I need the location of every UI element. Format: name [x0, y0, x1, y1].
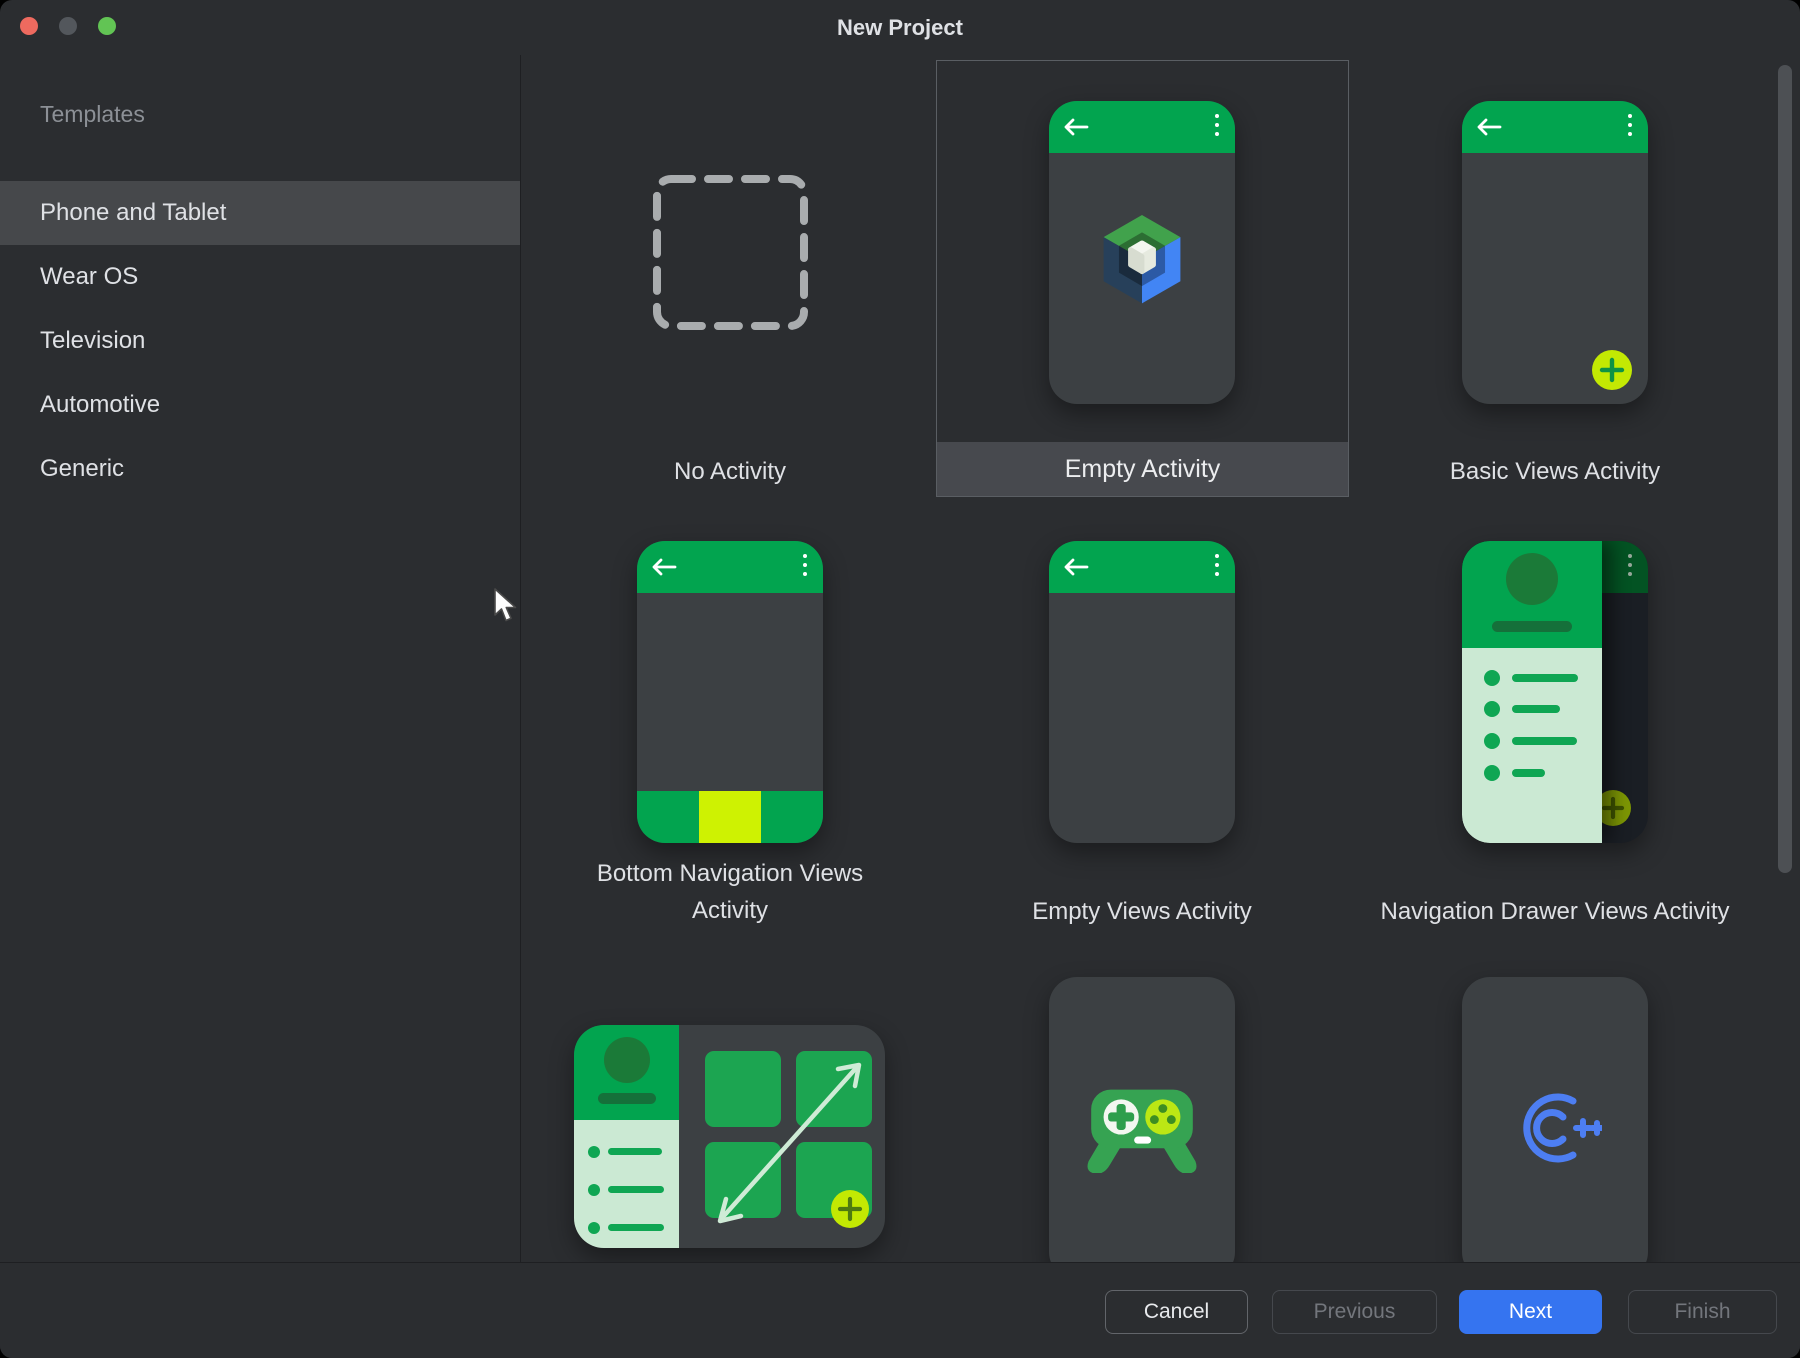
mockup-appbar	[1049, 101, 1235, 153]
finish-button[interactable]: Finish	[1628, 1290, 1777, 1334]
navigation-drawer-panel	[1462, 541, 1602, 843]
empty-activity-phone-mockup	[1049, 101, 1235, 404]
card-native-cpp[interactable]	[1462, 977, 1648, 1280]
kebab-menu-icon	[1215, 114, 1219, 141]
no-activity-dashed-icon	[652, 174, 809, 331]
kebab-menu-icon	[1628, 114, 1632, 141]
cpp-logo-icon	[1510, 1089, 1602, 1167]
card-label: No Activity	[580, 453, 880, 490]
drawer-header	[1462, 541, 1602, 648]
titlebar: New Project	[0, 0, 1800, 55]
next-button[interactable]: Next	[1459, 1290, 1602, 1334]
fab-plus-icon	[1592, 350, 1632, 390]
sidebar-item-generic[interactable]: Generic	[0, 437, 520, 501]
mockup-appbar	[637, 541, 823, 593]
jetpack-compose-logo	[1094, 211, 1190, 317]
sidebar-divider	[520, 55, 521, 1263]
kebab-menu-icon	[1628, 554, 1632, 581]
sidebar-item-phone-and-tablet[interactable]: Phone and Tablet	[0, 181, 520, 245]
back-arrow-icon	[651, 558, 677, 576]
fab-plus-icon	[831, 1190, 869, 1228]
templates-header: Templates	[40, 101, 145, 128]
vertical-scrollbar-thumb[interactable]	[1778, 65, 1792, 873]
sidebar-item-television[interactable]: Television	[0, 309, 520, 373]
back-arrow-icon	[1476, 118, 1502, 136]
kebab-menu-icon	[1215, 554, 1219, 581]
previous-button[interactable]: Previous	[1272, 1290, 1437, 1334]
avatar	[1506, 553, 1558, 605]
card-responsive-views-activity[interactable]	[574, 1025, 885, 1248]
mockup-appbar	[1462, 101, 1648, 153]
screen: New Project Templates Phone and Tablet W…	[0, 0, 1800, 1358]
sidebar-item-wear-os[interactable]: Wear OS	[0, 245, 520, 309]
basic-views-phone-mockup	[1462, 101, 1648, 404]
dialog-title: New Project	[0, 0, 1800, 55]
back-arrow-icon	[1063, 118, 1089, 136]
bottom-navigation-bar	[637, 791, 823, 843]
drawer-name-bar	[1492, 621, 1572, 632]
cancel-button[interactable]: Cancel	[1105, 1290, 1248, 1334]
sidebar-item-automotive[interactable]: Automotive	[0, 373, 520, 437]
back-arrow-icon	[1063, 558, 1089, 576]
mouse-cursor	[492, 588, 520, 624]
card-label: Basic Views Activity	[1405, 453, 1705, 490]
mockup-appbar	[1049, 541, 1235, 593]
empty-views-phone-mockup	[1049, 541, 1235, 843]
kebab-menu-icon	[803, 554, 807, 581]
bottom-nav-phone-mockup	[637, 541, 823, 843]
nav-drawer-phone-mockup	[1462, 541, 1648, 843]
drawer-menu	[1462, 648, 1602, 843]
active-nav-segment	[699, 791, 761, 843]
selected-card-label: Empty Activity	[937, 442, 1348, 496]
game-controller-icon	[1080, 1087, 1204, 1173]
card-game-activity[interactable]	[1049, 977, 1235, 1280]
card-label: Navigation Drawer Views Activity	[1345, 893, 1765, 930]
new-project-dialog: New Project Templates Phone and Tablet W…	[0, 0, 1800, 1358]
dialog-footer: Cancel Previous Next Finish	[0, 1262, 1800, 1358]
card-label: Empty Views Activity	[992, 893, 1292, 930]
card-label: Bottom Navigation Views Activity	[580, 855, 880, 929]
